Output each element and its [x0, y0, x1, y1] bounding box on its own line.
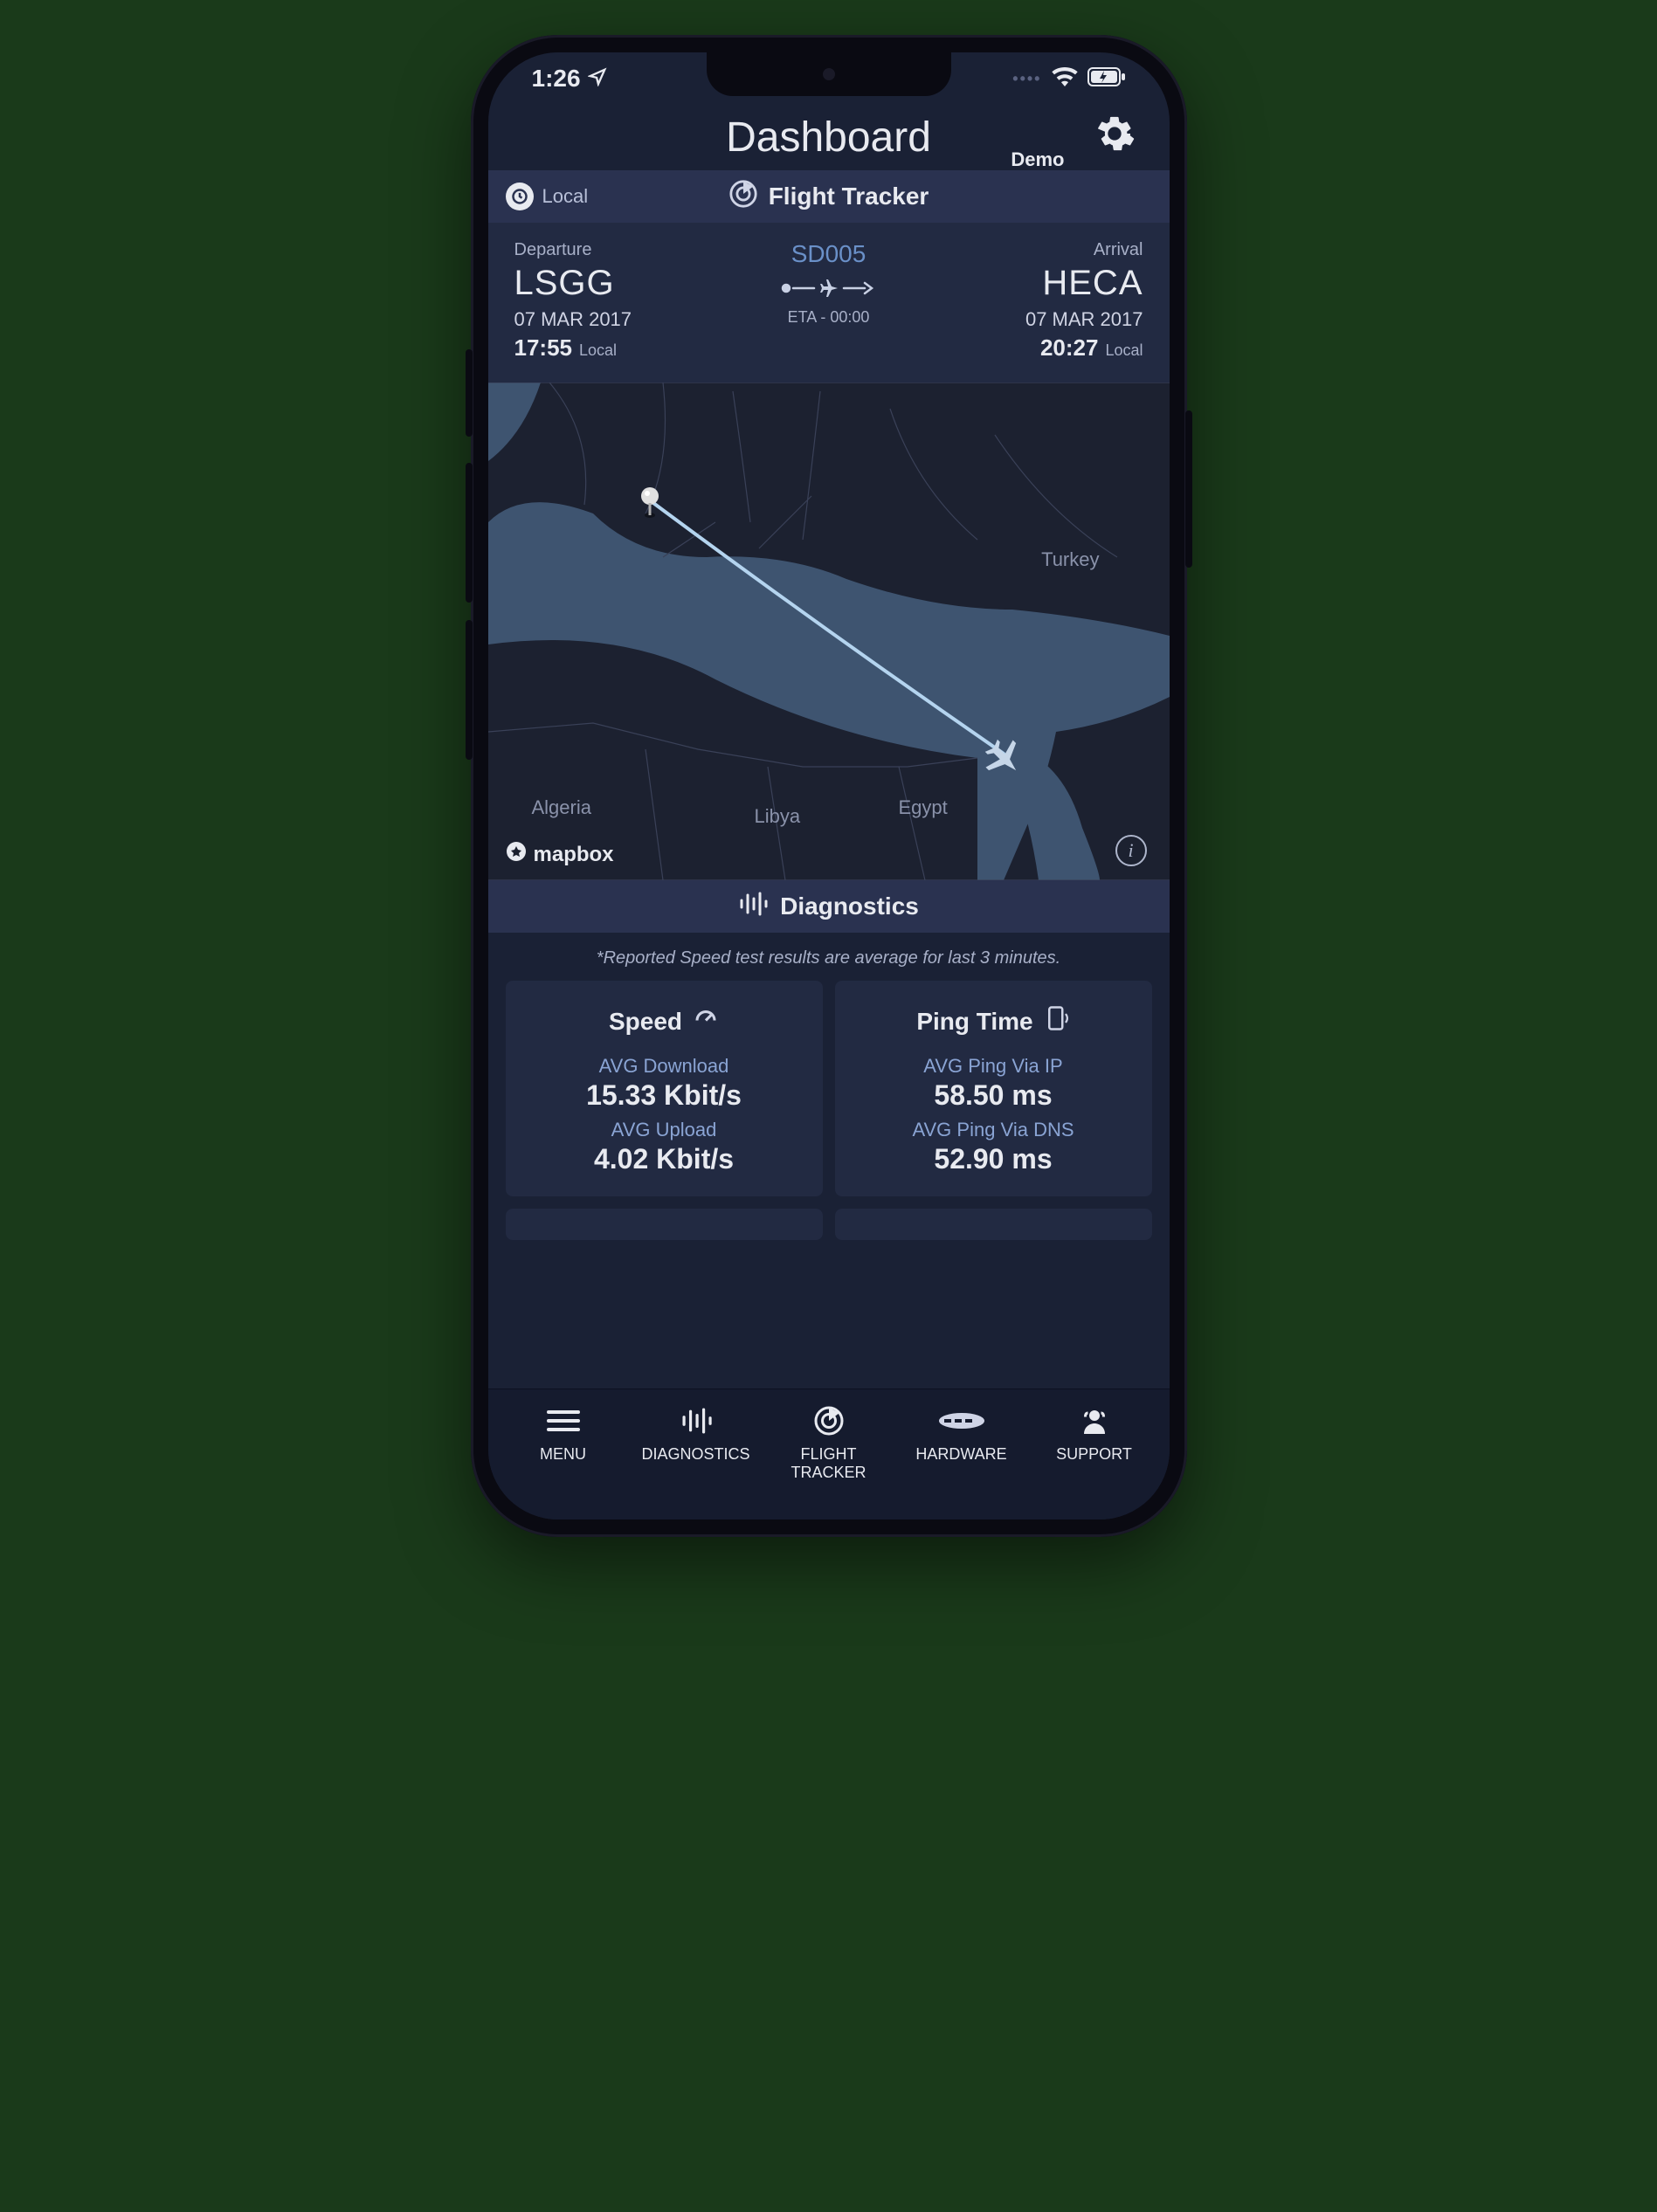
map-label-turkey: Turkey — [1041, 548, 1099, 571]
mapbox-icon — [506, 841, 527, 868]
phone-screen: 1:26 •••• Dashboard Demo — [488, 52, 1170, 1519]
tab-flight-tracker[interactable]: FLIGHT TRACKER — [763, 1405, 895, 1482]
radar-icon — [813, 1405, 845, 1437]
card-stub[interactable] — [835, 1209, 1152, 1240]
arrival-block: Arrival HECA 07 MAR 2017 20:27 Local — [934, 240, 1143, 362]
speed-card-title: Speed — [609, 1008, 682, 1036]
cellular-dots-icon: •••• — [1012, 70, 1041, 88]
departure-label: Departure — [514, 240, 724, 260]
arrival-date: 07 MAR 2017 — [934, 308, 1143, 331]
tab-support[interactable]: SUPPORT — [1028, 1405, 1161, 1464]
radar-icon — [728, 179, 758, 215]
diagnostics-hint: *Reported Speed test results are average… — [488, 933, 1170, 981]
arrival-label: Arrival — [934, 240, 1143, 260]
flight-direction-icon — [724, 277, 934, 300]
wifi-icon — [1051, 65, 1079, 93]
upload-label: AVG Upload — [521, 1119, 807, 1141]
timezone-label: Local — [542, 185, 589, 208]
diagnostics-cards: Speed AVG Download 15.33 Kbit/s AVG Uplo… — [488, 981, 1170, 1196]
tab-bar: MENU DIAGNOSTICS FLIGHT TRACKER HARDWARE — [488, 1389, 1170, 1519]
tab-label: SUPPORT — [1056, 1445, 1132, 1464]
tracker-title: Flight Tracker — [769, 183, 929, 210]
gear-icon — [1094, 142, 1135, 157]
arrival-time: 20:27 — [1040, 334, 1099, 362]
map-label-egypt: Egypt — [899, 796, 948, 819]
flight-map[interactable]: Algeria Libya Egypt Turkey mapbox i — [488, 382, 1170, 880]
flight-number: SD005 — [724, 240, 934, 268]
speed-card[interactable]: Speed AVG Download 15.33 Kbit/s AVG Uplo… — [506, 981, 823, 1196]
map-label-libya: Libya — [755, 805, 801, 828]
phone-signal-icon — [1044, 1005, 1070, 1037]
arrival-code: HECA — [934, 264, 1143, 303]
ping-card[interactable]: Ping Time AVG Ping Via IP 58.50 ms AVG P… — [835, 981, 1152, 1196]
download-value: 15.33 Kbit/s — [521, 1079, 807, 1112]
map-attribution: mapbox — [506, 841, 614, 868]
departure-tz: Local — [579, 341, 617, 360]
card-stubs — [488, 1196, 1170, 1240]
battery-icon — [1087, 65, 1126, 93]
diagnostics-title: Diagnostics — [780, 892, 919, 920]
waveform-icon — [738, 892, 768, 922]
clock-icon — [506, 183, 534, 210]
ping-dns-label: AVG Ping Via DNS — [851, 1119, 1136, 1141]
menu-icon — [547, 1405, 580, 1437]
departure-block: Departure LSGG 07 MAR 2017 17:55 Local — [514, 240, 724, 362]
waveform-icon — [680, 1405, 713, 1437]
status-time: 1:26 — [532, 65, 581, 93]
map-label-algeria: Algeria — [532, 796, 591, 819]
hardware-icon — [937, 1405, 986, 1437]
location-icon — [588, 65, 607, 93]
settings-button[interactable] — [1094, 114, 1135, 158]
map-info-button[interactable]: i — [1115, 835, 1147, 866]
flight-center-block: SD005 ETA - 00:00 — [724, 240, 934, 327]
tab-label: HARDWARE — [915, 1445, 1006, 1464]
departure-time: 17:55 — [514, 334, 573, 362]
support-icon — [1079, 1405, 1110, 1437]
tab-menu[interactable]: MENU — [497, 1405, 630, 1464]
flight-tracker-header: Local Flight Tracker — [488, 170, 1170, 223]
app-header: Dashboard Demo — [488, 105, 1170, 162]
demo-badge: Demo — [1011, 148, 1064, 171]
tab-diagnostics[interactable]: DIAGNOSTICS — [630, 1405, 763, 1464]
ping-ip-label: AVG Ping Via IP — [851, 1055, 1136, 1078]
tab-label: DIAGNOSTICS — [641, 1445, 749, 1464]
ping-ip-value: 58.50 ms — [851, 1079, 1136, 1112]
tab-hardware[interactable]: HARDWARE — [895, 1405, 1028, 1464]
timezone-toggle[interactable]: Local — [506, 183, 589, 210]
notch — [707, 52, 951, 96]
diagnostics-header: Diagnostics — [488, 880, 1170, 933]
tab-label: FLIGHT TRACKER — [791, 1445, 866, 1482]
departure-code: LSGG — [514, 264, 724, 303]
page-title: Dashboard — [726, 114, 931, 162]
eta-label: ETA - 00:00 — [724, 308, 934, 327]
tab-label: MENU — [540, 1445, 586, 1464]
ping-card-title: Ping Time — [916, 1008, 1032, 1036]
card-stub[interactable] — [506, 1209, 823, 1240]
upload-value: 4.02 Kbit/s — [521, 1143, 807, 1175]
gauge-icon — [693, 1005, 719, 1037]
departure-date: 07 MAR 2017 — [514, 308, 724, 331]
ping-dns-value: 52.90 ms — [851, 1143, 1136, 1175]
arrival-tz: Local — [1105, 341, 1143, 360]
download-label: AVG Download — [521, 1055, 807, 1078]
phone-frame: 1:26 •••• Dashboard Demo — [471, 35, 1187, 1537]
flight-info: Departure LSGG 07 MAR 2017 17:55 Local SD… — [488, 223, 1170, 382]
